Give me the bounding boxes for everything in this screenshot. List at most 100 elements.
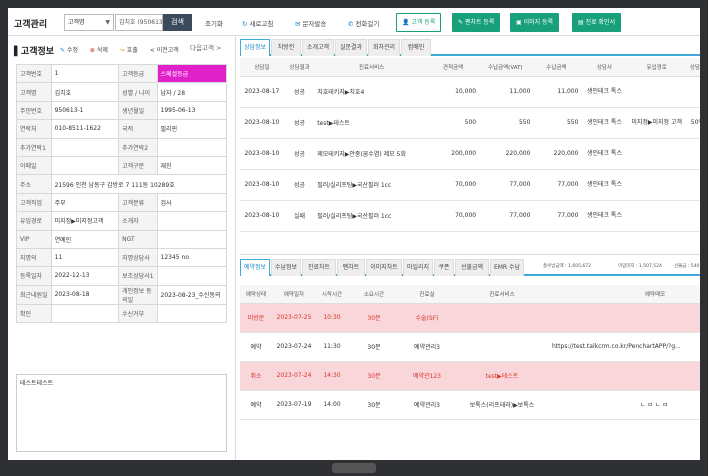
refresh-icon: ↻ [242,20,248,28]
delete-action[interactable]: ⊗ 삭제 [90,47,113,54]
sms-link[interactable]: ✉ 문자발송 [295,18,326,28]
table-row[interactable]: 2023-08-17 성공 치호테키지▶치호4 10,000 11,000 11,000 생… [240,76,700,108]
prev-customer-link[interactable]: < 이전고객 [150,47,179,54]
bottom-tab-2[interactable]: 진료차트 [302,259,336,276]
consult-header: 수납금액 [532,58,581,77]
tab-2[interactable]: 소개고객 [302,39,334,56]
info-row: 이메일 고객구분 재진 [16,155,228,176]
info-value: 연예인 [50,229,120,249]
consult-header: 유입경로 [628,58,685,77]
refresh-link[interactable]: ↻ 새로고침 [242,18,273,28]
info-value: 김치호 [50,82,120,102]
delete-icon: ⊗ [89,47,95,54]
info-label: 고객직업 [16,192,52,213]
table-cell: test▶테스트 [454,361,550,391]
search-button[interactable]: 검색 [163,14,192,31]
call-label: 전화걸기 [355,20,380,28]
info-label: 생년월일 [118,100,158,121]
summary-total: 총수납금액 : 1,605,672 [543,264,591,269]
document-icon: ▤ [578,19,584,26]
table-cell: 10:30 [316,303,348,333]
register-image-button[interactable]: ▣ 이미지 등록 [510,13,560,32]
info-label: 확인 [16,303,52,324]
bottom-tab-0[interactable]: 예약정보 [240,259,270,276]
edit-icon: ✎ [60,47,66,54]
table-cell: 예약관리3 [400,332,454,362]
info-value [50,303,120,324]
info-value: 2022-12-13 [50,266,120,286]
bottom-tab-6[interactable]: 쿠폰 [434,259,454,276]
tab-5[interactable]: 컴메인 [401,39,431,56]
info-label: 이메일 [16,155,52,176]
call-action[interactable]: ↪ 호출 [120,47,143,54]
table-cell: 200,000 [427,138,479,170]
info-label: 최근내원일 [16,284,52,305]
treatment-certificate-label: 진료 확인서 [585,19,616,26]
info-row: 유입경로 미지정▶미지정고객 소개자 [16,211,228,231]
memo-textarea[interactable]: 테스트테스트 [16,374,227,452]
table-cell: 500 [427,107,479,139]
consult-header: 상담일 [240,58,284,77]
reservation-header: 예약메모 [550,285,700,304]
table-cell: 생인테크 톡스 [580,76,629,108]
info-value [156,229,228,249]
customer-title-text: 고객정보 [20,47,55,57]
image-icon: ▣ [516,19,522,26]
table-cell: 취소 [240,361,272,391]
table-cell [628,138,685,170]
top-tabs: 상담정보 처방전 소개고객 실문결과 회차관리 컴메인 [240,38,700,56]
bottom-tab-7[interactable]: 선불금액 [455,259,489,276]
info-label: 고객등급 [118,63,158,84]
table-cell: 예약 [240,390,272,420]
table-row[interactable]: 예약 2023-07-24 11:30 30분 예약관리3 https://test.ta… [240,332,700,362]
edit-action[interactable]: ✎ 수정 [60,47,83,54]
bottom-tab-8[interactable]: EMR 수납 [490,259,524,276]
table-row[interactable]: 취소 2023-07-24 14:30 30분 예약관123 test▶테스트 [240,361,700,391]
bottom-tab-3[interactable]: 펜차트 [337,259,365,276]
bottom-tab-1[interactable]: 수납정보 [271,259,301,276]
register-customer-button[interactable]: 👤 고객 등록 [396,13,442,32]
reservation-table: 예약상태 예약일자 시작시간 소요시간 진료실 진료서비스 예약메모 미방문 2023-07-2… [240,285,700,420]
scroll-handle[interactable] [332,463,376,473]
table-row[interactable]: 2023-08-10 성공 제모테키지▶안중(꿈수염) 제모 5회 200,000 22… [240,138,700,170]
table-cell: 미방문 [240,303,272,333]
call-link[interactable]: ✆ 전화걸기 [348,18,379,28]
consult-pane: 상담일상담결과진료서비스견적금액수납금액(VAT)수납금액상담사유입경로상담비2… [240,58,700,243]
tab-0[interactable]: 상담정보 [240,39,270,56]
consult-header: 견적금액 [427,58,479,77]
reset-link[interactable]: 조기화 [205,18,223,28]
table-row[interactable]: 미방문 2023-07-25 10:30 30분 수술(SF) [240,303,700,333]
table-cell: 제모테키지▶안중(꿈수염) 제모 5회 [315,138,428,170]
table-cell: 77,000 [532,169,581,201]
reservation-header: 예약일자 [272,285,316,304]
bottom-tab-5[interactable]: 마일리지 [403,259,433,276]
info-label: 보조상담사1 [118,266,158,286]
tab-3[interactable]: 실문결과 [335,39,367,56]
tab-4[interactable]: 회차관리 [368,39,400,56]
table-row[interactable]: 2023-08-10 실패 필러/실리프팅▶국산필러 1cc 70,000 77,000… [240,200,700,232]
register-penchart-button[interactable]: ✎ 펜차트 등록 [452,13,501,32]
table-cell: 예약 [240,332,272,362]
table-cell: 예약관리3 [400,390,454,420]
consult-header: 진료서비스 [315,58,428,77]
search-type-select[interactable]: 고객명 ▼ [64,14,114,31]
info-label: NGT [118,229,158,249]
table-cell: 치호테키지▶치호4 [315,76,428,108]
search-input[interactable]: 김치호 (950613) [115,14,163,31]
tab-1[interactable]: 처방전 [271,39,301,56]
table-row[interactable]: 2023-08-10 성공 test▶테스트 500 550 550 생인테크 톡스 미지정▶… [240,107,700,139]
table-cell: 30분 [348,390,400,420]
table-cell: 보톡스(리프테라)▶보톡스 [454,390,550,420]
table-row[interactable]: 2023-08-10 성공 필러/실리프팅▶국산필러 1cc 70,000 77,000… [240,169,700,201]
next-customer-link[interactable]: 다음고객 > [190,42,221,52]
table-cell: 14:00 [316,390,348,420]
reset-label: 조기화 [205,20,223,28]
table-cell [550,303,700,333]
customer-info-table: 고객번호 1 고객등급 스페셜등급 고객명 김치호 성별 / 나이 남자 / 28 주민번호 95… [16,63,228,324]
info-label: 지명상담사 [118,247,158,268]
bottom-tab-4[interactable]: 이미지차트 [366,259,402,276]
reservation-header: 예약상태 [240,285,272,304]
table-row[interactable]: 예약 2023-07-19 14:00 30분 예약관리3 보톡스(리프테라)▶보톡스 ㄴㅁ… [240,390,700,420]
treatment-certificate-button[interactable]: ▤ 진료 확인서 [572,13,622,32]
register-customer-label: 고객 등록 [411,19,436,26]
